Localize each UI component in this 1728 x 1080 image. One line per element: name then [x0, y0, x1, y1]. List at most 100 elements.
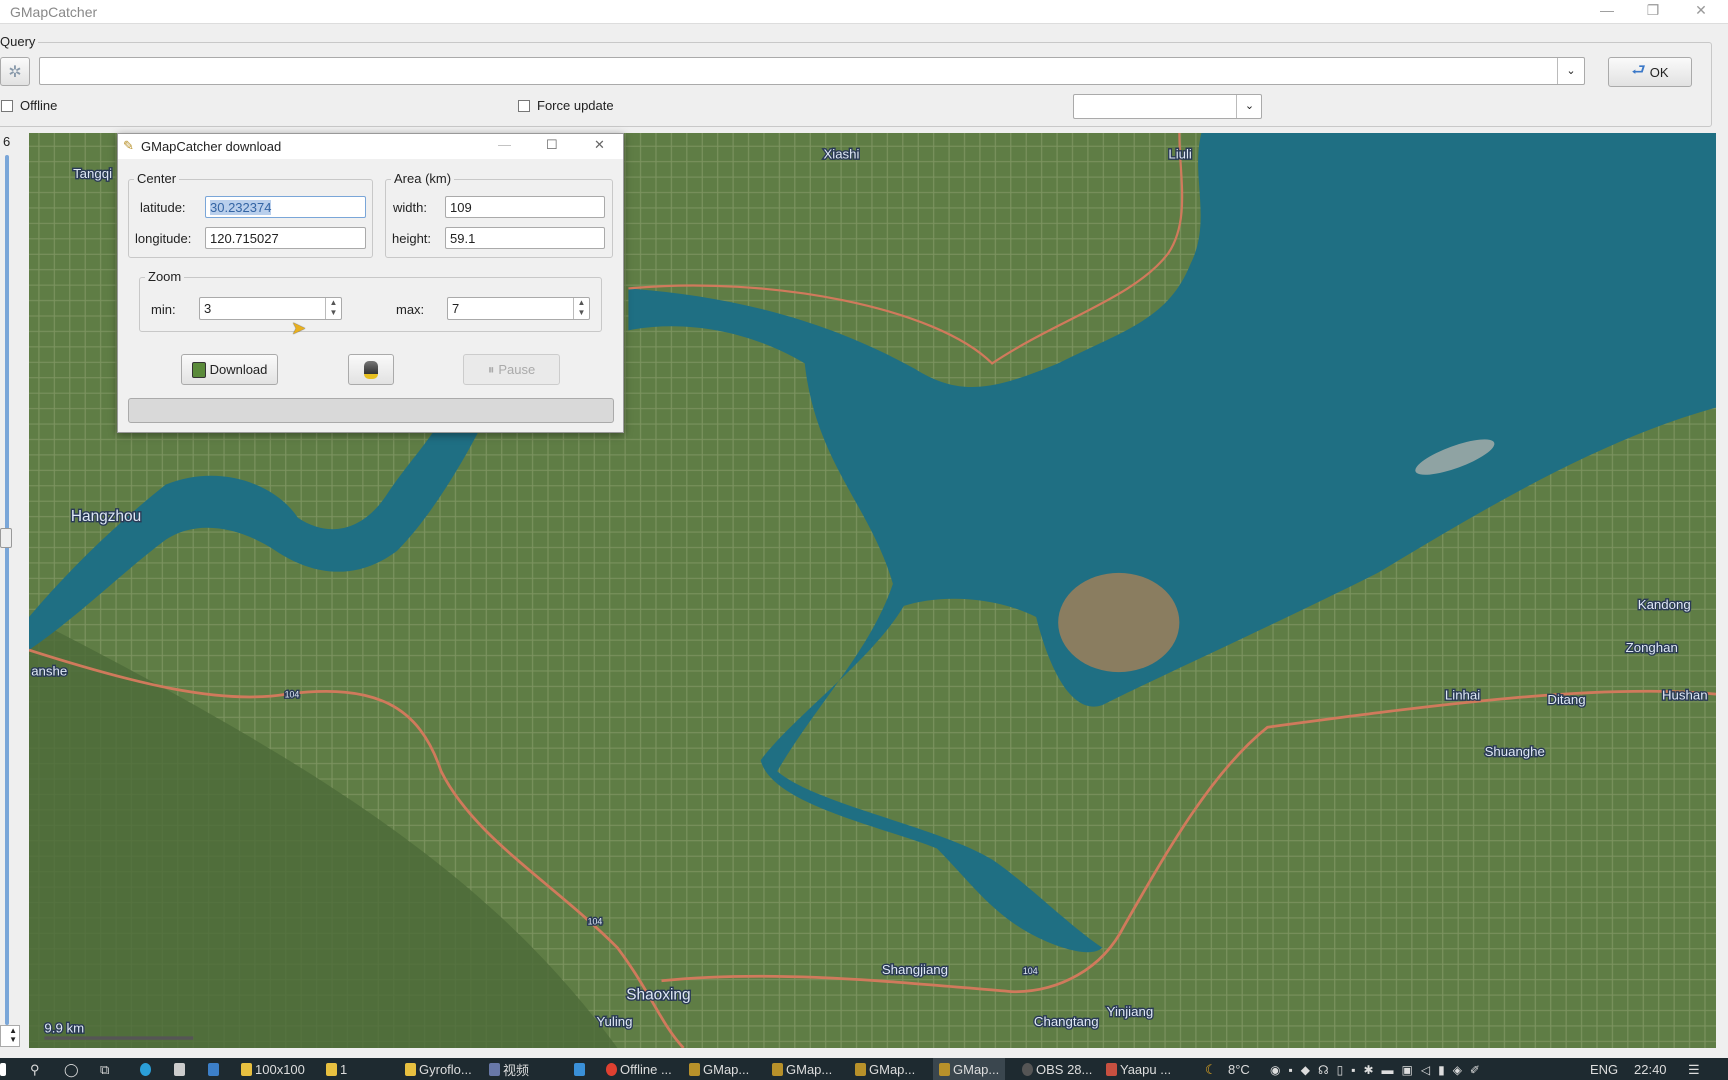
- enter-arrow-icon: ⮐: [1631, 61, 1646, 79]
- height-label: height:: [392, 231, 432, 246]
- zoom-label: Zoom: [145, 269, 185, 284]
- longitude-input[interactable]: 120.715027: [205, 227, 366, 249]
- map-label: Shangjiang: [882, 962, 948, 977]
- database-icon: [364, 360, 378, 379]
- taskbar-item[interactable]: GMap...: [772, 1061, 832, 1078]
- width-label: width:: [393, 200, 427, 215]
- ok-button[interactable]: ⮐ OK: [1608, 57, 1692, 87]
- latitude-label: latitude:: [140, 200, 186, 215]
- map-label: Changtang: [1034, 1014, 1099, 1029]
- offline-label: Offline: [20, 98, 58, 113]
- zoom-slider[interactable]: [5, 155, 9, 1025]
- query-input[interactable]: [39, 57, 1585, 85]
- height-input[interactable]: 59.1: [445, 227, 605, 249]
- edge-icon[interactable]: [140, 1061, 151, 1078]
- offline-checkbox[interactable]: [1, 100, 13, 112]
- zoom-spinner[interactable]: ▲ ▼: [0, 1025, 20, 1047]
- taskbar-item[interactable]: 100x100: [241, 1061, 305, 1078]
- download-icon: [191, 361, 206, 378]
- pause-icon: ⏸: [487, 361, 495, 377]
- download-progress-bar: [128, 398, 614, 423]
- language-indicator[interactable]: ENG: [1590, 1061, 1618, 1078]
- road-label: 104: [588, 917, 603, 927]
- clock[interactable]: 22:40: [1634, 1061, 1667, 1078]
- chrome-icon: [606, 1063, 617, 1076]
- map-label: Shaoxing: [626, 986, 690, 1003]
- cortana-icon[interactable]: ◯: [64, 1061, 79, 1078]
- map-label: Liuli: [1168, 146, 1192, 161]
- map-label: anshe: [31, 663, 67, 678]
- latitude-input[interactable]: 30.232374: [205, 196, 366, 218]
- task-view-icon[interactable]: ⧉: [100, 1061, 109, 1078]
- map-label: Hushan: [1662, 688, 1708, 703]
- cache-button[interactable]: [348, 354, 394, 385]
- download-button[interactable]: Download: [181, 354, 278, 385]
- yaapu-icon: [1106, 1063, 1117, 1076]
- map-label: Zonghan: [1626, 640, 1678, 655]
- query-label: Query: [0, 34, 39, 49]
- taskbar-item[interactable]: 1: [326, 1061, 347, 1078]
- taskbar-item[interactable]: Gyroflo...: [405, 1061, 472, 1078]
- restore-button[interactable]: ❐: [1643, 2, 1663, 19]
- spinner-arrows-icon[interactable]: ▲ ▼: [573, 298, 589, 319]
- map-label: Shuanghe: [1485, 744, 1545, 759]
- road-label: 104: [285, 689, 300, 699]
- map-label: Hangzhou: [71, 508, 141, 525]
- dialog-close-button[interactable]: ✕: [594, 137, 605, 153]
- taskbar-item[interactable]: 视频: [489, 1061, 529, 1078]
- video-icon: [489, 1063, 500, 1076]
- taskbar-item[interactable]: GMap...: [689, 1061, 749, 1078]
- mail-icon[interactable]: [574, 1061, 585, 1078]
- taskbar-item[interactable]: Yaapu ...: [1106, 1061, 1171, 1078]
- longitude-label: longitude:: [135, 231, 192, 246]
- taskbar: ⚲ ◯ ⧉ 100x100 1 Gyroflo... 视频 Offline ..…: [0, 1058, 1728, 1080]
- taskbar-item-active[interactable]: GMap...: [933, 1058, 1006, 1080]
- island: [1058, 572, 1180, 673]
- max-zoom-spinner[interactable]: 7 ▲ ▼: [447, 297, 590, 320]
- zoom-slider-handle[interactable]: [0, 528, 12, 548]
- start-button[interactable]: [0, 1061, 6, 1078]
- mouse-cursor-icon: ➤: [291, 318, 307, 338]
- query-dropdown-chevron-icon[interactable]: ⌄: [1557, 58, 1584, 84]
- search-icon[interactable]: ⚲: [30, 1061, 40, 1078]
- settings-button[interactable]: ✲: [0, 57, 30, 86]
- map-label: Linhai: [1445, 688, 1480, 703]
- scale-label: 9.9 km: [44, 1021, 84, 1036]
- force-update-checkbox[interactable]: [518, 100, 530, 112]
- moon-weather-icon[interactable]: ☾: [1205, 1061, 1217, 1078]
- area-label: Area (km): [391, 171, 455, 186]
- min-zoom-label: min:: [151, 302, 176, 317]
- spinner-arrows-icon[interactable]: ▲ ▼: [325, 298, 341, 319]
- tools-icon: ✲: [8, 63, 22, 81]
- gmapcatcher-icon: [689, 1063, 700, 1076]
- close-button[interactable]: ✕: [1691, 2, 1711, 19]
- store-icon[interactable]: [174, 1061, 185, 1078]
- dialog-maximize-button[interactable]: ☐: [546, 137, 558, 153]
- taskbar-item[interactable]: GMap...: [855, 1061, 915, 1078]
- notification-icon[interactable]: ☰: [1688, 1061, 1700, 1078]
- app-icon[interactable]: [208, 1061, 219, 1078]
- map-label: Yuling: [596, 1014, 632, 1029]
- map-label: Kandong: [1638, 597, 1691, 612]
- map-type-combo[interactable]: [1073, 94, 1262, 119]
- app-icon: ✎: [123, 138, 134, 153]
- folder-icon: [326, 1063, 337, 1076]
- weather-label[interactable]: 8°C: [1228, 1061, 1250, 1078]
- system-tray-icons[interactable]: ◉▪◆☊▯▪✱▬▣◁▮◈✐: [1270, 1061, 1488, 1078]
- minimize-button[interactable]: —: [1597, 2, 1617, 18]
- dialog-minimize-button[interactable]: —: [498, 137, 511, 152]
- pause-button[interactable]: ⏸ Pause: [463, 354, 560, 385]
- width-input[interactable]: 109: [445, 196, 605, 218]
- min-zoom-spinner[interactable]: 3 ▲ ▼: [199, 297, 342, 320]
- folder-icon: [241, 1063, 252, 1076]
- window-title: GMapCatcher: [10, 4, 98, 20]
- folder-icon: [405, 1063, 416, 1076]
- map-label: Xiashi: [823, 146, 859, 161]
- gmapcatcher-icon: [939, 1062, 950, 1076]
- combo-chevron-icon[interactable]: ⌄: [1236, 95, 1262, 118]
- taskbar-item[interactable]: OBS 28...: [1022, 1061, 1092, 1078]
- max-zoom-label: max:: [396, 302, 425, 317]
- taskbar-item[interactable]: Offline ...: [606, 1061, 672, 1078]
- gmapcatcher-icon: [855, 1063, 866, 1076]
- download-dialog: ✎ GMapCatcher download — ☐ ✕ Center lati…: [117, 133, 624, 433]
